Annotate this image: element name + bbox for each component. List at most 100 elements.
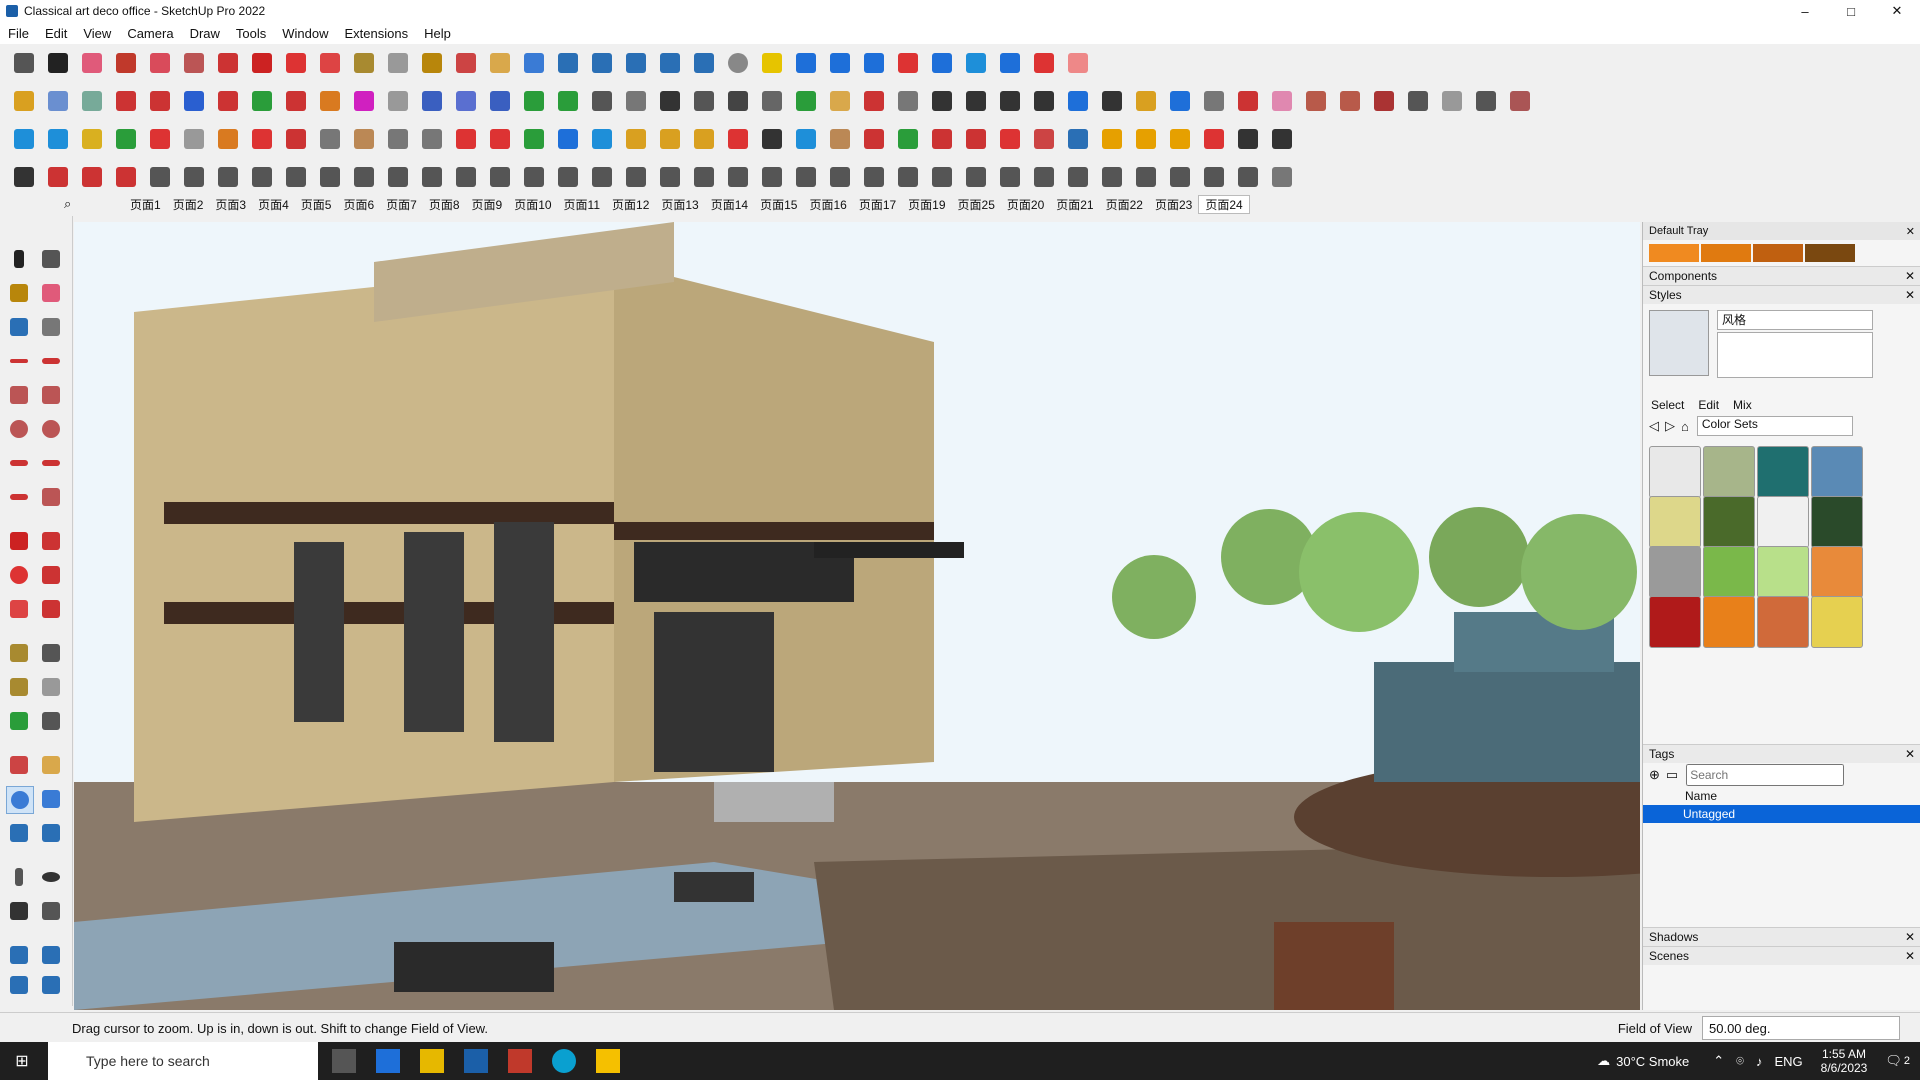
calculator-icon[interactable] (376, 1049, 400, 1073)
style-swatch[interactable] (1757, 446, 1809, 498)
views-top-button[interactable] (622, 49, 650, 77)
pencil-tool-button[interactable] (112, 49, 140, 77)
r3-tool-3[interactable] (78, 125, 106, 153)
r3-tool-13[interactable] (418, 125, 446, 153)
component-button[interactable] (10, 87, 38, 115)
text-icon[interactable] (38, 674, 64, 700)
r4-tool-25[interactable] (826, 163, 854, 191)
scene-tab[interactable]: 页面2 (167, 196, 210, 213)
zoom-window-icon[interactable] (38, 786, 64, 812)
search-icon[interactable]: ⌕ (64, 196, 92, 212)
r4-tool-13[interactable] (418, 163, 446, 191)
make-component-icon[interactable] (38, 246, 64, 272)
style-swatch[interactable] (1757, 596, 1809, 648)
r4-tool-26[interactable] (860, 163, 888, 191)
circle-icon[interactable] (6, 416, 32, 442)
fredo-button-8[interactable] (350, 87, 378, 115)
freehand-icon[interactable] (38, 348, 64, 374)
network-icon[interactable]: ⌾ (1736, 1053, 1744, 1069)
scene-tab[interactable]: 页面6 (337, 196, 380, 213)
shape-tool-9[interactable] (1098, 87, 1126, 115)
tape-measure-icon[interactable] (6, 640, 32, 666)
r3-tool-29[interactable] (962, 125, 990, 153)
add-folder-icon[interactable]: ▭ (1666, 767, 1678, 783)
component2-button[interactable] (44, 87, 72, 115)
pushpull-icon[interactable] (38, 528, 64, 554)
fredo-button-5[interactable] (248, 87, 276, 115)
green-tool-1[interactable] (520, 87, 548, 115)
r3-tool-19[interactable] (622, 125, 650, 153)
components-panel-header[interactable]: Components ✕ (1643, 266, 1920, 285)
protractor-icon[interactable] (6, 674, 32, 700)
close-icon[interactable]: ✕ (1905, 288, 1915, 302)
views2-icon[interactable] (38, 942, 64, 968)
dimension-icon[interactable] (38, 640, 64, 666)
tape-tool-button[interactable] (350, 49, 378, 77)
shape-tool-button[interactable] (180, 49, 208, 77)
r3-tool-34[interactable] (1132, 125, 1160, 153)
r4-tool-3[interactable] (78, 163, 106, 191)
look-around-icon[interactable] (38, 864, 64, 890)
orbit-tool-button[interactable] (452, 49, 480, 77)
style-swatch[interactable] (1703, 596, 1755, 648)
style-swatch[interactable] (1757, 496, 1809, 548)
house-tool-5[interactable] (758, 87, 786, 115)
offset-icon[interactable] (38, 596, 64, 622)
style-swatch[interactable] (1811, 546, 1863, 598)
r4-tool-1[interactable] (10, 163, 38, 191)
add-tag-icon[interactable]: ⊕ (1649, 767, 1660, 783)
fov-value-field[interactable]: 50.00 deg. (1702, 1016, 1900, 1040)
close-icon[interactable]: ✕ (1905, 949, 1915, 963)
section-plane-button[interactable] (758, 49, 786, 77)
scene-tab[interactable]: 页面19 (902, 196, 951, 213)
shape-tool-10[interactable] (1132, 87, 1160, 115)
style-swatch[interactable] (1703, 446, 1755, 498)
r4-tool-22[interactable] (724, 163, 752, 191)
style-description-field[interactable] (1717, 332, 1873, 378)
shape-tool-20[interactable] (1472, 87, 1500, 115)
text-tool-button[interactable] (384, 49, 412, 77)
house-tool-1[interactable] (588, 87, 616, 115)
fredo-button-3[interactable] (180, 87, 208, 115)
r4-tool-7[interactable] (214, 163, 242, 191)
r3-tool-9[interactable] (282, 125, 310, 153)
r3-tool-38[interactable] (1268, 125, 1296, 153)
style-swatch[interactable] (1757, 546, 1809, 598)
position-camera-icon[interactable] (6, 864, 32, 890)
zoom-tool-button[interactable] (10, 49, 38, 77)
pin-icon[interactable]: ✕ (1906, 225, 1915, 238)
r4-tool-19[interactable] (622, 163, 650, 191)
layers2-icon[interactable] (38, 972, 64, 998)
layers-icon[interactable] (6, 972, 32, 998)
scale-icon[interactable] (6, 596, 32, 622)
r4-tool-23[interactable] (758, 163, 786, 191)
windows-start-icon[interactable]: ⊞ (0, 1042, 44, 1080)
house-tool-4[interactable] (724, 87, 752, 115)
views-icon[interactable] (6, 942, 32, 968)
zoom-extents-icon[interactable] (6, 820, 32, 846)
task-view-icon[interactable] (332, 1049, 356, 1073)
scene-tab-active[interactable]: 页面24 (1198, 194, 1250, 214)
rotate-icon[interactable] (6, 562, 32, 588)
orbit-icon[interactable] (6, 752, 32, 778)
previous-view-icon[interactable] (38, 820, 64, 846)
style-swatch[interactable] (1703, 496, 1755, 548)
scale-tool-button[interactable] (316, 49, 344, 77)
r4-tool-29[interactable] (962, 163, 990, 191)
undo-button[interactable] (996, 49, 1024, 77)
sketchup-taskbar-icon[interactable] (464, 1049, 488, 1073)
scene-tab[interactable]: 页面13 (655, 196, 704, 213)
shape-tool-15[interactable] (1302, 87, 1330, 115)
r3-tool-5[interactable] (146, 125, 174, 153)
views-right-button[interactable] (690, 49, 718, 77)
material-swatch[interactable] (1805, 244, 1855, 262)
arc3-icon[interactable] (6, 484, 32, 510)
r4-tool-14[interactable] (452, 163, 480, 191)
r3-tool-10[interactable] (316, 125, 344, 153)
r4-tool-12[interactable] (384, 163, 412, 191)
fredo-button-7[interactable] (316, 87, 344, 115)
weather-text[interactable]: 30°C Smoke (1616, 1054, 1689, 1069)
shape-tool-14[interactable] (1268, 87, 1296, 115)
shape-tool-11[interactable] (1166, 87, 1194, 115)
r3-tool-14[interactable] (452, 125, 480, 153)
